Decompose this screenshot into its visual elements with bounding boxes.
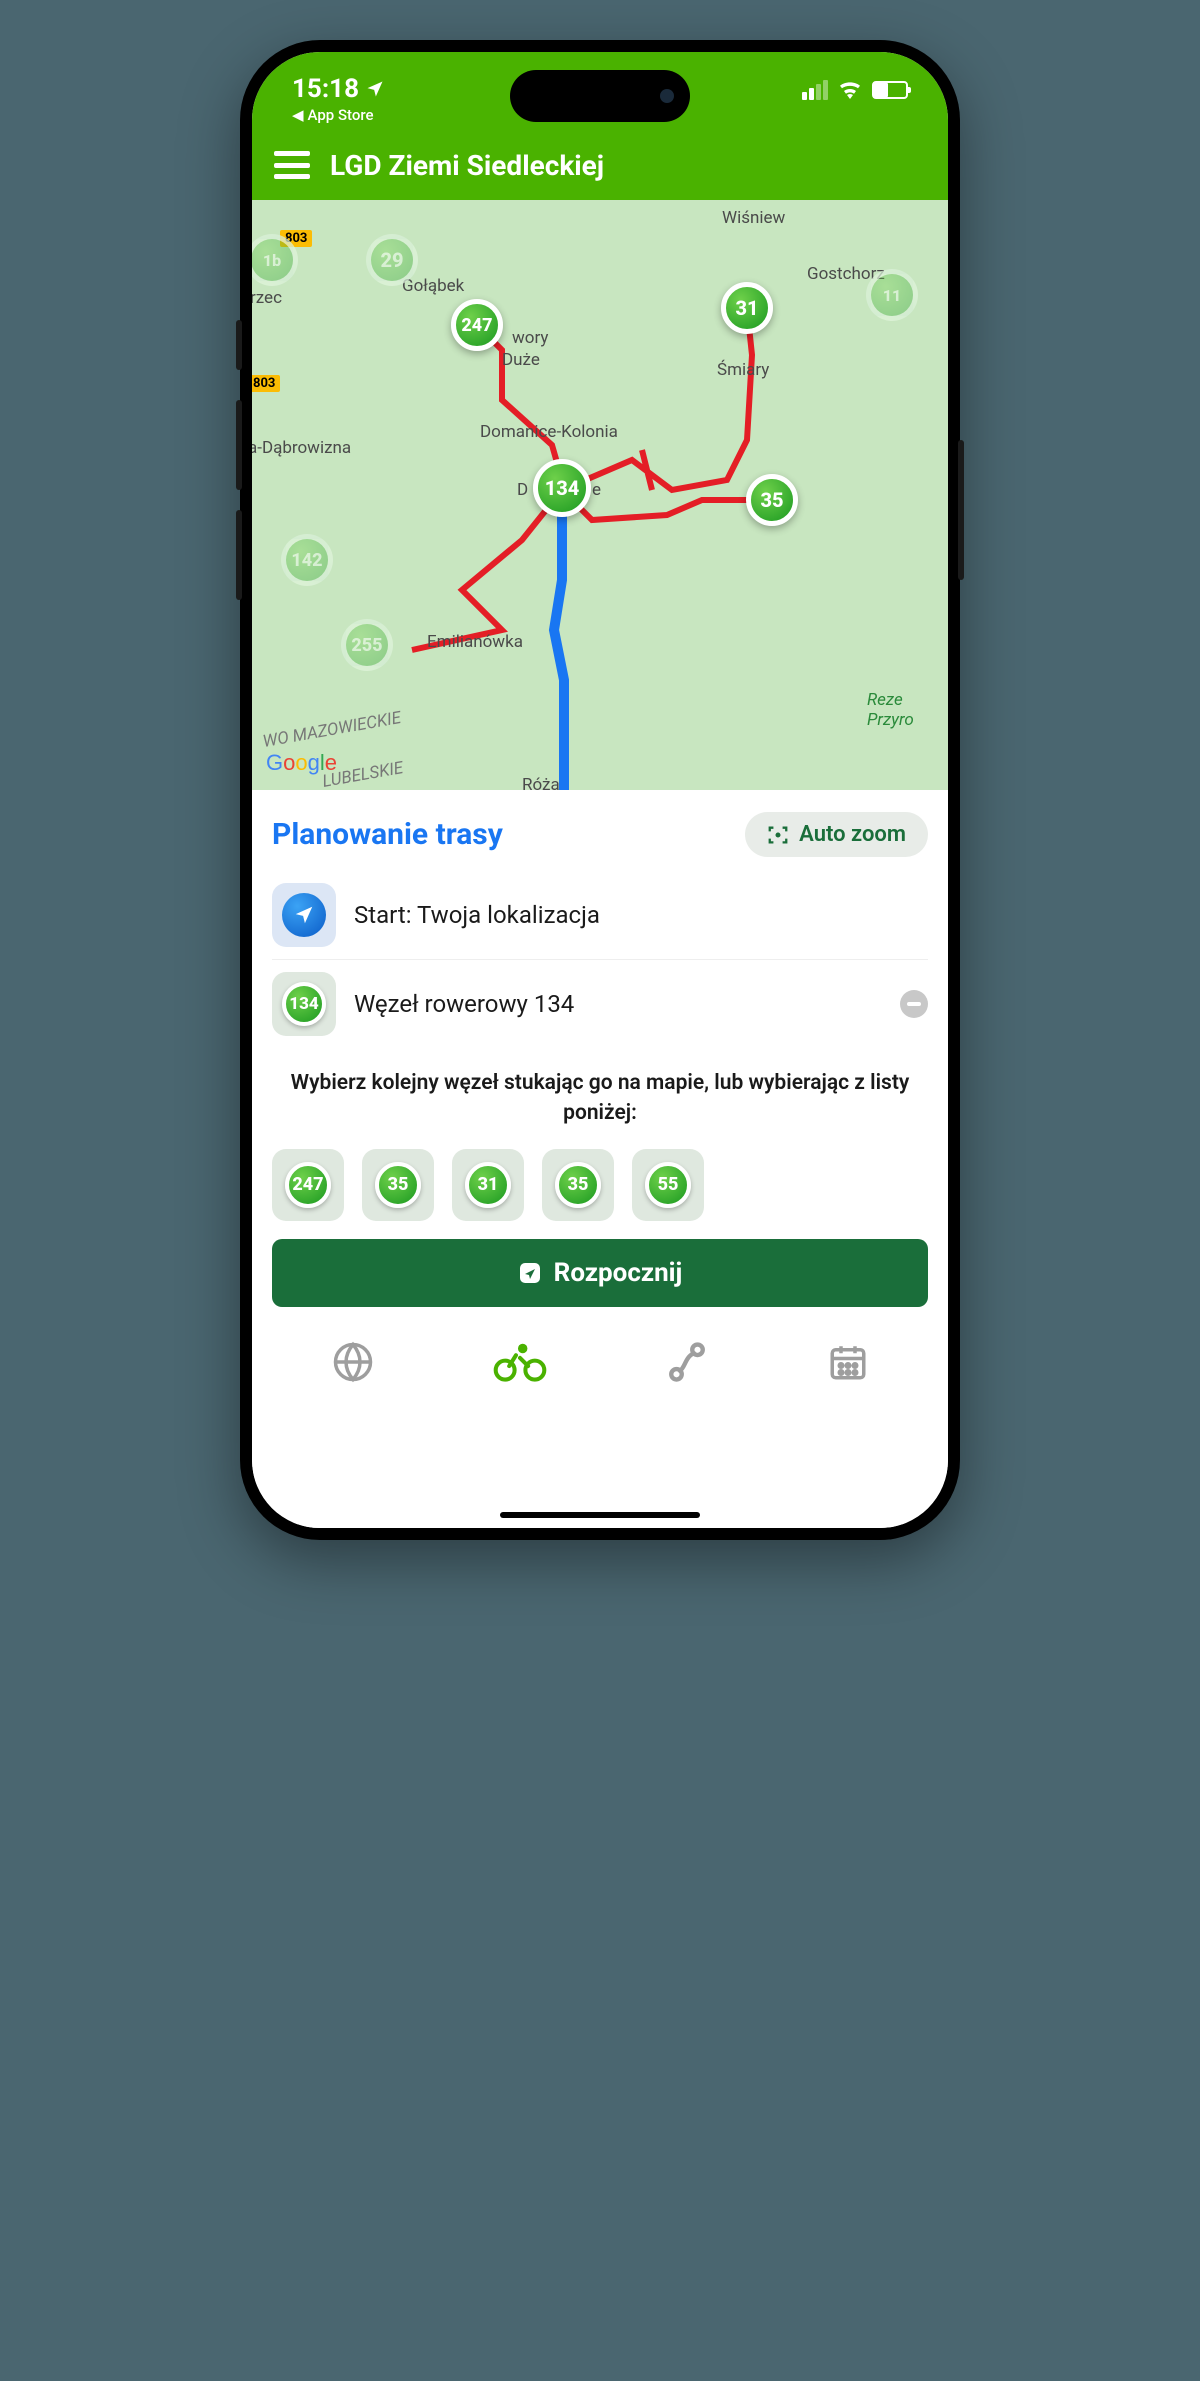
map-label: Wiśniew: [722, 208, 785, 228]
node-badge: 35: [375, 1162, 421, 1208]
map-node-35[interactable]: 35: [746, 474, 798, 526]
node-badge: 35: [555, 1162, 601, 1208]
node-suggestion[interactable]: 31: [452, 1149, 524, 1221]
tab-routes[interactable]: [666, 1341, 708, 1383]
wifi-icon: [838, 81, 862, 99]
map-label: wory: [512, 328, 548, 348]
waypoint-row[interactable]: 134 Węzeł rowerowy 134: [272, 959, 928, 1048]
node-badge: 31: [465, 1162, 511, 1208]
reserve-line: Przyro: [867, 710, 914, 730]
map-node-faded[interactable]: 11: [866, 269, 918, 321]
hint-text: Wybierz kolejny węzeł stukając go na map…: [272, 1062, 928, 1135]
back-label: App Store: [308, 106, 374, 124]
chevron-left-icon: ◀: [292, 106, 304, 124]
node-badge: 55: [645, 1162, 691, 1208]
start-location-row[interactable]: Start: Twoja lokalizacja: [272, 871, 928, 959]
focus-icon: [767, 824, 789, 846]
map-node-faded[interactable]: 142: [281, 534, 333, 586]
map-label: Róża: [522, 775, 560, 790]
tab-explore[interactable]: [332, 1341, 374, 1383]
node-suggestion[interactable]: 55: [632, 1149, 704, 1221]
auto-zoom-button[interactable]: Auto zoom: [745, 812, 928, 857]
time-value: 15:18: [292, 74, 359, 104]
map-reserve-label: Reze Przyro: [867, 690, 914, 730]
start-button-label: Rozpocznij: [554, 1258, 683, 1288]
google-attribution: Google: [266, 750, 337, 776]
node-badge: 247: [285, 1162, 331, 1208]
navigation-arrow-icon: [518, 1261, 542, 1285]
map-label: rzec: [252, 288, 282, 308]
status-time: 15:18: [292, 74, 385, 104]
map-label: Gołąbek: [402, 276, 464, 296]
map-label: Emilianówka: [427, 632, 523, 652]
battery-icon: [872, 81, 908, 99]
suggested-nodes: 247 35 31 35 55: [272, 1149, 928, 1221]
menu-icon[interactable]: [274, 151, 310, 179]
back-to-appstore[interactable]: ◀ App Store: [292, 106, 385, 124]
app-header: LGD Ziemi Siedleckiej: [252, 130, 948, 200]
map-label: e: [592, 480, 601, 500]
navigation-arrow-icon: [293, 904, 315, 926]
map-label: a-Dąbrowizna: [252, 438, 351, 458]
node-badge: 134: [282, 982, 326, 1026]
tab-calendar[interactable]: [827, 1341, 869, 1383]
location-icon-container: [272, 883, 336, 947]
node-suggestion[interactable]: 247: [272, 1149, 344, 1221]
map-node-faded[interactable]: 29: [366, 234, 418, 286]
auto-zoom-label: Auto zoom: [799, 822, 906, 847]
map-view[interactable]: 803 803 Wiśniew Gostchorz Gołąbek rzec w…: [252, 200, 948, 790]
map-label: Domanice-Kolonia: [480, 422, 618, 442]
waypoint-label: Węzeł rowerowy 134: [354, 990, 882, 1018]
location-arrow-icon: [365, 79, 385, 99]
home-indicator[interactable]: [500, 1512, 700, 1518]
minus-icon: [907, 1002, 921, 1006]
node-icon-container: 134: [272, 972, 336, 1036]
app-title: LGD Ziemi Siedleckiej: [330, 149, 604, 182]
route-panel: Planowanie trasy Auto zoom Start: Twoja …: [252, 790, 948, 1528]
start-location-label: Start: Twoja lokalizacja: [354, 901, 928, 929]
node-suggestion[interactable]: 35: [362, 1149, 434, 1221]
map-label: Duże: [502, 350, 540, 370]
map-label: D: [517, 480, 528, 500]
panel-title: Planowanie trasy: [272, 817, 503, 852]
map-label: Śmiary: [717, 360, 769, 380]
device-notch: [510, 70, 690, 122]
cellular-signal-icon: [802, 80, 828, 100]
map-node-faded[interactable]: 255: [341, 619, 393, 671]
road-badge-803: 803: [252, 375, 280, 392]
map-node-134[interactable]: 134: [533, 459, 591, 517]
start-button[interactable]: Rozpocznij: [272, 1239, 928, 1307]
map-node-31[interactable]: 31: [721, 282, 773, 334]
tab-bike[interactable]: [493, 1341, 547, 1383]
node-suggestion[interactable]: 35: [542, 1149, 614, 1221]
remove-waypoint-button[interactable]: [900, 990, 928, 1018]
map-node-247[interactable]: 247: [451, 299, 503, 351]
tab-bar: [272, 1321, 928, 1421]
reserve-line: Reze: [867, 690, 903, 710]
